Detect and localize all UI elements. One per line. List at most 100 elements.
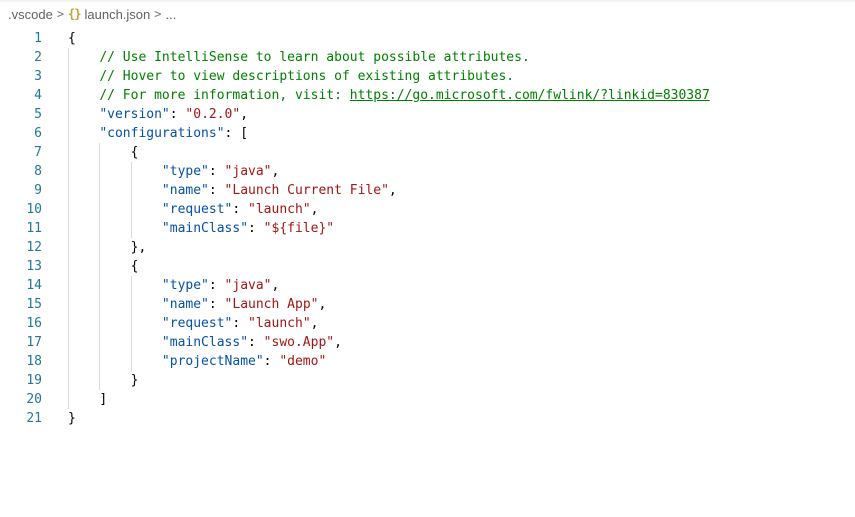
code-line[interactable]: 20 ] xyxy=(0,390,855,409)
line-number[interactable]: 10 xyxy=(0,200,42,219)
line-number[interactable]: 7 xyxy=(0,143,42,162)
indent-guide xyxy=(68,257,69,276)
code-line[interactable]: 1{ xyxy=(0,29,855,48)
indent-guide xyxy=(131,314,132,333)
line-text: "version": "0.2.0", xyxy=(68,105,248,124)
line-number[interactable]: 11 xyxy=(0,219,42,238)
code-token-key: "request" xyxy=(162,202,232,217)
indent-guide xyxy=(99,314,100,333)
code-token-punct: { xyxy=(131,145,139,160)
line-number[interactable]: 1 xyxy=(0,29,42,48)
indent-guide xyxy=(68,295,69,314)
indent-guide xyxy=(131,352,132,371)
line-text: ] xyxy=(68,390,107,409)
code-token-key: "name" xyxy=(162,297,209,312)
indent-guide xyxy=(99,162,100,181)
code-line[interactable]: 11 "mainClass": "${file}" xyxy=(0,219,855,238)
indent-spaces xyxy=(68,50,99,65)
line-number[interactable]: 12 xyxy=(0,238,42,257)
indent-guide xyxy=(68,200,69,219)
line-text: "configurations": [ xyxy=(68,124,248,143)
code-line[interactable]: 6 "configurations": [ xyxy=(0,124,855,143)
code-token-punct: , xyxy=(272,164,280,179)
line-number[interactable]: 15 xyxy=(0,295,42,314)
code-line[interactable]: 8 "type": "java", xyxy=(0,162,855,181)
line-text: }, xyxy=(68,238,146,257)
line-text: // Hover to view descriptions of existin… xyxy=(68,67,514,86)
line-text: { xyxy=(68,257,138,276)
code-token-string: "java" xyxy=(225,164,272,179)
line-number[interactable]: 21 xyxy=(0,409,42,428)
code-token-comment: // Hover to view descriptions of existin… xyxy=(99,69,514,84)
indent-spaces xyxy=(68,221,162,236)
json-file-icon: {} xyxy=(68,7,80,21)
indent-guide xyxy=(68,143,69,162)
code-line[interactable]: 18 "projectName": "demo" xyxy=(0,352,855,371)
code-line[interactable]: 19 } xyxy=(0,371,855,390)
code-line[interactable]: 10 "request": "launch", xyxy=(0,200,855,219)
comment-link[interactable]: https://go.microsoft.com/fwlink/?linkid=… xyxy=(350,88,710,103)
indent-guide xyxy=(68,124,69,143)
line-number[interactable]: 18 xyxy=(0,352,42,371)
code-line[interactable]: 9 "name": "Launch Current File", xyxy=(0,181,855,200)
breadcrumb-symbol-placeholder[interactable]: ... xyxy=(166,7,177,22)
indent-spaces xyxy=(68,297,162,312)
indent-guide xyxy=(68,105,69,124)
code-token-string: "Launch Current File" xyxy=(225,183,389,198)
code-line[interactable]: 4 // For more information, visit: https:… xyxy=(0,86,855,105)
code-token-punct: }, xyxy=(131,240,147,255)
code-line[interactable]: 12 }, xyxy=(0,238,855,257)
breadcrumb-item-file[interactable]: {} launch.json xyxy=(68,7,150,22)
code-token-string: "demo" xyxy=(279,354,326,369)
code-line[interactable]: 15 "name": "Launch App", xyxy=(0,295,855,314)
code-token-string: "launch" xyxy=(248,202,311,217)
line-number[interactable]: 3 xyxy=(0,67,42,86)
code-token-punct: : xyxy=(232,202,248,217)
code-line[interactable]: 14 "type": "java", xyxy=(0,276,855,295)
line-number[interactable]: 6 xyxy=(0,124,42,143)
line-text: "request": "launch", xyxy=(68,314,318,333)
line-text: } xyxy=(68,409,76,428)
code-token-string: "java" xyxy=(225,278,272,293)
code-token-key: "mainClass" xyxy=(162,335,248,350)
line-number[interactable]: 13 xyxy=(0,257,42,276)
code-token-key: "name" xyxy=(162,183,209,198)
code-line[interactable]: 17 "mainClass": "swo.App", xyxy=(0,333,855,352)
indent-guide xyxy=(68,181,69,200)
code-token-punct: , xyxy=(240,107,248,122)
code-token-punct: : xyxy=(232,316,248,331)
code-line[interactable]: 7 { xyxy=(0,143,855,162)
code-token-punct: , xyxy=(311,202,319,217)
indent-spaces xyxy=(68,183,162,198)
code-token-punct: , xyxy=(334,335,342,350)
line-number[interactable]: 14 xyxy=(0,276,42,295)
code-line[interactable]: 2 // Use IntelliSense to learn about pos… xyxy=(0,48,855,67)
code-token-punct: : xyxy=(248,335,264,350)
code-line[interactable]: 3 // Hover to view descriptions of exist… xyxy=(0,67,855,86)
line-number[interactable]: 5 xyxy=(0,105,42,124)
line-number[interactable]: 20 xyxy=(0,390,42,409)
indent-guide xyxy=(99,295,100,314)
line-text: // For more information, visit: https://… xyxy=(68,86,710,105)
indent-spaces xyxy=(68,335,162,350)
code-line[interactable]: 21} xyxy=(0,409,855,428)
indent-spaces xyxy=(68,69,99,84)
code-line[interactable]: 5 "version": "0.2.0", xyxy=(0,105,855,124)
code-token-punct: } xyxy=(68,411,76,426)
indent-guide xyxy=(68,314,69,333)
line-number[interactable]: 8 xyxy=(0,162,42,181)
indent-spaces xyxy=(68,202,162,217)
line-number[interactable]: 4 xyxy=(0,86,42,105)
code-line[interactable]: 16 "request": "launch", xyxy=(0,314,855,333)
indent-spaces xyxy=(68,164,162,179)
code-line[interactable]: 13 { xyxy=(0,257,855,276)
line-number[interactable]: 16 xyxy=(0,314,42,333)
code-editor[interactable]: 1{2 // Use IntelliSense to learn about p… xyxy=(0,26,855,428)
line-number[interactable]: 2 xyxy=(0,48,42,67)
line-text: "mainClass": "${file}" xyxy=(68,219,334,238)
line-number[interactable]: 9 xyxy=(0,181,42,200)
line-number[interactable]: 19 xyxy=(0,371,42,390)
breadcrumb-item-vscode[interactable]: .vscode xyxy=(8,7,53,22)
line-number[interactable]: 17 xyxy=(0,333,42,352)
code-token-key: "version" xyxy=(99,107,169,122)
